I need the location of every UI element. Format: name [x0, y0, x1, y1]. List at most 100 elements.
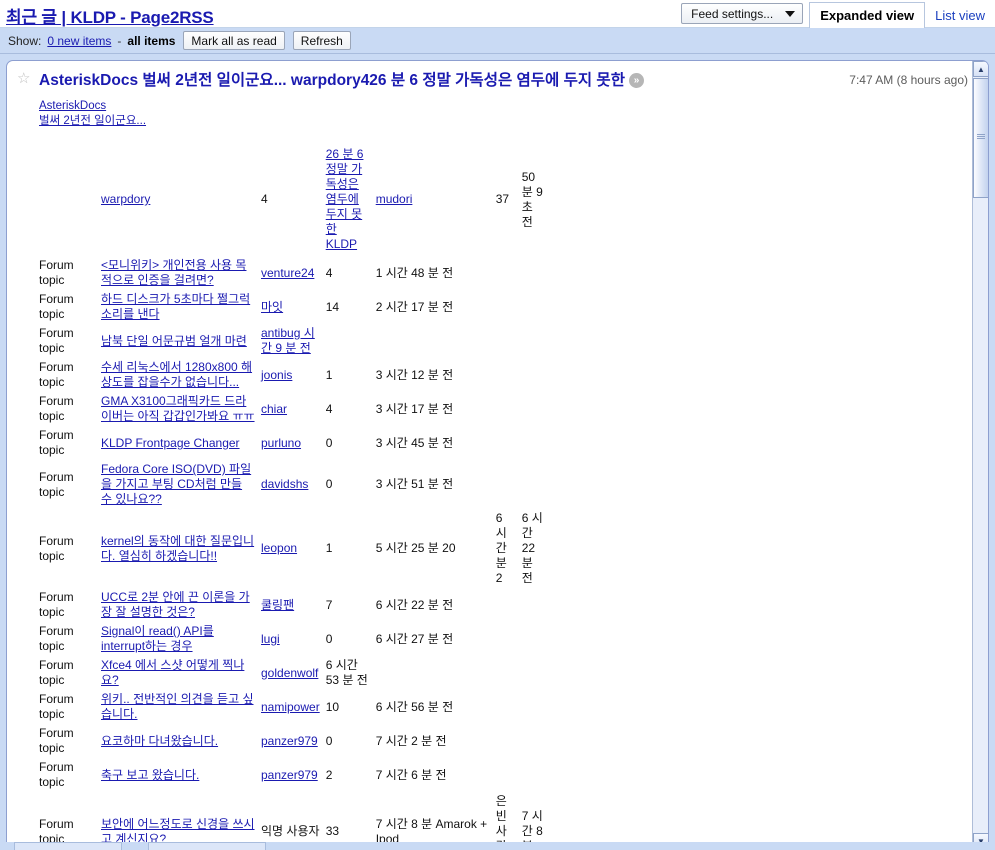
- cell-author-link[interactable]: namipower: [261, 700, 320, 714]
- cell-extra-1: [496, 426, 522, 460]
- cell-title[interactable]: GMA X3100그래픽카드 드라이버는 아직 갑갑인가봐요 ㅠㅠ: [101, 392, 261, 426]
- cell-type: Forum topic: [39, 292, 74, 321]
- cell-extra-1: [496, 392, 522, 426]
- cell-author[interactable]: 마잇: [261, 290, 326, 324]
- scroll-up-button[interactable]: ▲: [973, 61, 988, 77]
- tab-expanded-view[interactable]: Expanded view: [809, 2, 926, 28]
- cell-author-link[interactable]: chiar: [261, 402, 287, 416]
- mark-all-as-read-button[interactable]: Mark all as read: [183, 31, 285, 50]
- cell-author[interactable]: lugi: [261, 622, 326, 656]
- cell-title[interactable]: 남북 단일 어문규범 얼개 마련: [101, 324, 261, 358]
- cell-title[interactable]: 수세 리눅스에서 1280x800 해상도를 잡을수가 없습니다...: [101, 358, 261, 392]
- cell-title[interactable]: 축구 보고 왔습니다.: [101, 758, 261, 792]
- cell-count: 0: [325, 631, 333, 646]
- cell-type: Forum topic: [39, 658, 74, 687]
- cell-extra-1: [496, 656, 522, 690]
- scrollbar-thumb[interactable]: [973, 78, 988, 198]
- cell-author[interactable]: chiar: [261, 392, 326, 426]
- table-row: Forum topic Fedora Core ISO(DVD) 파일을 가지고 …: [39, 460, 552, 509]
- cell-author[interactable]: panzer979: [261, 724, 326, 758]
- cell-author-link[interactable]: panzer979: [261, 768, 318, 782]
- cell-count: 4: [325, 265, 333, 280]
- cell-author-link[interactable]: 마잇: [261, 300, 283, 314]
- scrollbar-grip-icon: [977, 134, 985, 140]
- feed-title-link[interactable]: 최근 글 | KLDP - Page2RSS: [6, 3, 214, 28]
- cell-count: 7: [325, 597, 333, 612]
- feed-settings-button[interactable]: Feed settings...: [681, 3, 804, 24]
- cell-count[interactable]: 26 분 6 정말 가독성은 염두에 두지 못한 KLDP: [326, 143, 376, 256]
- cell-title[interactable]: Fedora Core ISO(DVD) 파일을 가지고 부팅 CD처럼 만들 …: [101, 460, 261, 509]
- vertical-scrollbar[interactable]: ▲ ▼: [972, 61, 988, 849]
- all-items-label[interactable]: all items: [127, 34, 175, 48]
- cell-author[interactable]: panzer979: [261, 758, 326, 792]
- cell-author[interactable]: antibug 시간 9 분 전: [261, 324, 326, 358]
- entry-source-link[interactable]: AsteriskDocs: [39, 99, 106, 114]
- cell-title-link[interactable]: 남북 단일 어문규범 얼개 마련: [101, 334, 247, 348]
- cell-author[interactable]: goldenwolf: [261, 656, 326, 690]
- cell-author[interactable]: davidshs: [261, 460, 326, 509]
- entry-title[interactable]: AsteriskDocs 벌써 2년전 일이군요... warpdory426 …: [39, 70, 659, 91]
- cell-title-link[interactable]: 위키.. 전반적인 의견을 듣고 싶습니다.: [101, 692, 254, 721]
- cell-author-link[interactable]: davidshs: [261, 477, 308, 491]
- cell-author[interactable]: namipower: [261, 690, 326, 724]
- cell-author-link[interactable]: panzer979: [261, 734, 318, 748]
- cell-title-link[interactable]: GMA X3100그래픽카드 드라이버는 아직 갑갑인가봐요 ㅠㅠ: [101, 394, 255, 423]
- cell-author-link[interactable]: 쿨링팬: [261, 598, 294, 612]
- cell-title-link[interactable]: warpdory: [101, 192, 150, 206]
- cell-title-link[interactable]: 축구 보고 왔습니다.: [101, 768, 199, 782]
- cell-author-link[interactable]: joonis: [261, 368, 292, 382]
- taskbar-peek: [0, 842, 995, 850]
- cell-author-link[interactable]: antibug 시간 9 분 전: [261, 326, 315, 355]
- tab-list-view[interactable]: List view: [925, 3, 995, 28]
- cell-title[interactable]: KLDP Frontpage Changer: [101, 426, 261, 460]
- cell-extra-2: [522, 460, 552, 509]
- table-row: Forum topic 위키.. 전반적인 의견을 듣고 싶습니다. namipow…: [39, 690, 552, 724]
- cell-count: 1: [325, 541, 333, 555]
- cell-author-link[interactable]: venture24: [261, 266, 314, 280]
- cell-title[interactable]: UCC로 2분 안에 끈 이론을 가장 잘 설명한 것은?: [101, 588, 261, 622]
- cell-author[interactable]: purluno: [261, 426, 326, 460]
- cell-title-link[interactable]: 수세 리눅스에서 1280x800 해상도를 잡을수가 없습니다...: [101, 360, 252, 389]
- cell-time-link[interactable]: mudori: [376, 192, 413, 206]
- cell-title[interactable]: warpdory: [101, 143, 261, 256]
- cell-extra-2: 50 분 9 초 전: [521, 169, 543, 229]
- cell-title-link[interactable]: kernel의 동작에 대한 질문입니다. 열심히 하겠습니다!!: [101, 534, 254, 563]
- cell-title-link[interactable]: <모니위키> 개인전용 사용 목적으로 인증을 걸려면?: [101, 258, 246, 287]
- star-icon[interactable]: ☆: [17, 71, 31, 86]
- entry-article-link[interactable]: 벌써 2년전 일이군요...: [39, 114, 146, 129]
- cell-time[interactable]: mudori: [376, 143, 496, 256]
- cell-title[interactable]: Xfce4 에서 스샷 어떻게 찍나요?: [101, 656, 261, 690]
- cell-author[interactable]: joonis: [261, 358, 326, 392]
- mark-all-as-read-label: Mark all as read: [191, 33, 277, 48]
- cell-title[interactable]: <모니위키> 개인전용 사용 목적으로 인증을 걸려면?: [101, 256, 261, 290]
- cell-time: [376, 656, 496, 690]
- cell-author-link[interactable]: goldenwolf: [261, 666, 318, 680]
- feed-settings-label: Feed settings...: [691, 6, 774, 21]
- cell-author[interactable]: leopon: [261, 509, 326, 588]
- cell-title[interactable]: Signal이 read() API를 interrupt하는 경우: [101, 622, 261, 656]
- cell-author-link[interactable]: leopon: [261, 541, 297, 555]
- taskbar-item-1[interactable]: [14, 842, 122, 850]
- cell-author[interactable]: 쿨링팬: [261, 588, 326, 622]
- new-items-link[interactable]: 0 new items: [47, 34, 111, 48]
- cell-title[interactable]: 하드 디스크가 5초마다 쩔그럭 소리를 낸다: [101, 290, 261, 324]
- cell-author-link[interactable]: purluno: [261, 436, 301, 450]
- cell-title[interactable]: kernel의 동작에 대한 질문입니다. 열심히 하겠습니다!!: [101, 509, 261, 588]
- cell-title-link[interactable]: Signal이 read() API를 interrupt하는 경우: [101, 624, 214, 653]
- cell-title-link[interactable]: 하드 디스크가 5초마다 쩔그럭 소리를 낸다: [101, 292, 250, 321]
- cell-title-link[interactable]: Fedora Core ISO(DVD) 파일을 가지고 부팅 CD처럼 만들 …: [101, 462, 251, 506]
- cell-time: 3 시간 12 분 전: [375, 367, 454, 382]
- taskbar-item-2[interactable]: [148, 842, 266, 850]
- chevron-double-right-icon[interactable]: »: [628, 73, 644, 88]
- cell-count-link[interactable]: 26 분 6 정말 가독성은 염두에 두지 못한 KLDP: [326, 147, 364, 251]
- cell-title[interactable]: 위키.. 전반적인 의견을 듣고 싶습니다.: [101, 690, 261, 724]
- cell-author[interactable]: venture24: [261, 256, 326, 290]
- refresh-button[interactable]: Refresh: [292, 31, 351, 50]
- cell-title-link[interactable]: 요코하마 다녀왔습니다.: [101, 734, 218, 748]
- cell-title[interactable]: 요코하마 다녀왔습니다.: [101, 724, 261, 758]
- cell-title-link[interactable]: UCC로 2분 안에 끈 이론을 가장 잘 설명한 것은?: [101, 590, 250, 619]
- cell-extra-2: [522, 290, 552, 324]
- cell-title-link[interactable]: KLDP Frontpage Changer: [101, 436, 240, 450]
- cell-author-link[interactable]: lugi: [261, 632, 280, 646]
- cell-title-link[interactable]: Xfce4 에서 스샷 어떻게 찍나요?: [101, 658, 244, 687]
